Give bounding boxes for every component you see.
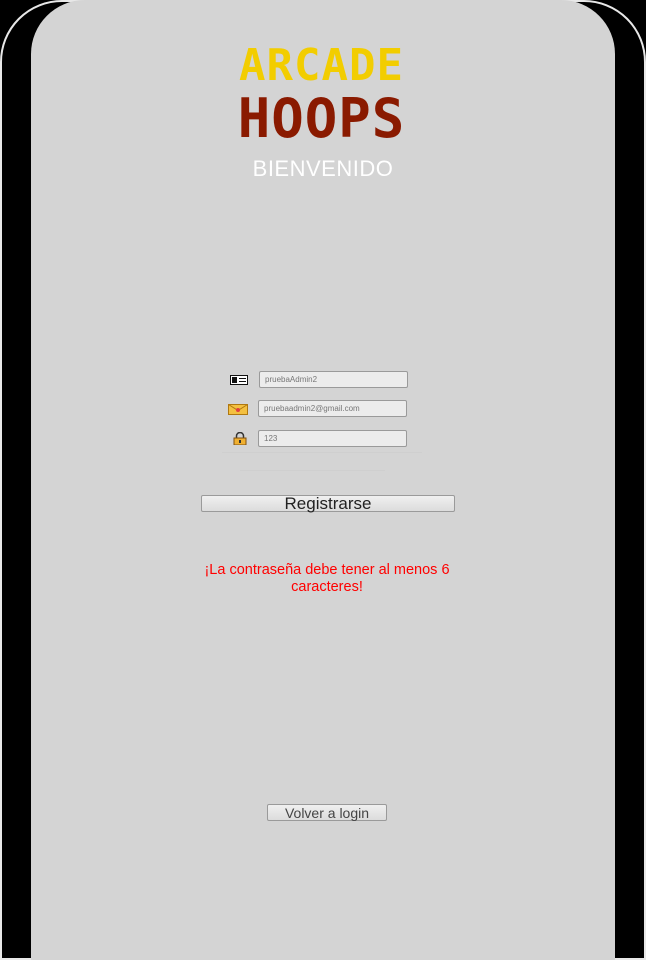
password-row: [230, 430, 407, 447]
welcome-heading: BIENVENIDO: [252, 156, 394, 181]
back-to-login-button[interactable]: Volver a login: [267, 804, 387, 821]
error-message: ¡La contraseña debe tener al menos 6 car…: [204, 562, 450, 595]
email-row: [228, 400, 407, 417]
username-input[interactable]: [259, 371, 408, 388]
envelope-icon: [228, 402, 248, 416]
logo-hoops: HOOPS: [237, 87, 406, 150]
username-row: [229, 371, 408, 388]
lock-icon: [230, 432, 250, 446]
faint-divider-2: [240, 470, 385, 471]
email-input[interactable]: [258, 400, 407, 417]
password-input[interactable]: [258, 430, 407, 447]
register-button[interactable]: Registrarse: [201, 494, 455, 513]
logo-arcade: ARCADE: [239, 40, 404, 91]
faint-divider: [222, 452, 422, 453]
id-card-icon: [229, 373, 249, 387]
